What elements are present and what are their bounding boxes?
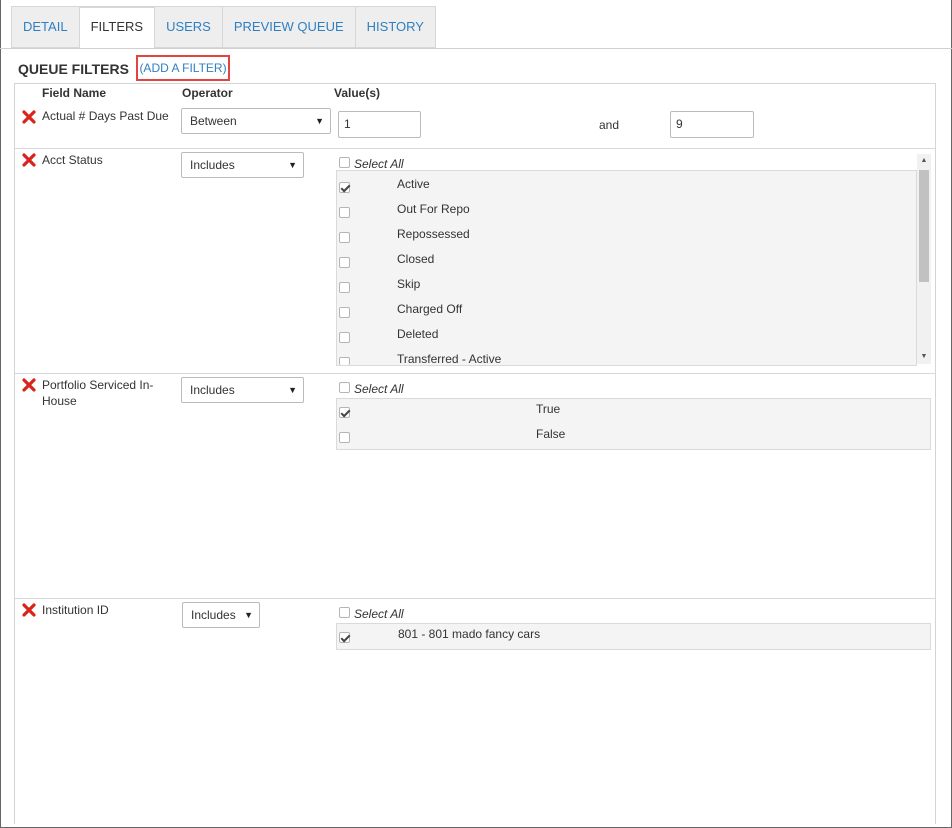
option-checkbox-out-for-repo[interactable] xyxy=(339,207,350,218)
add-filter-link[interactable]: (ADD A FILTER) xyxy=(136,55,230,81)
tab-history[interactable]: HISTORY xyxy=(354,6,436,48)
field-name-acct-status: Acct Status xyxy=(42,153,103,167)
option-label: True xyxy=(536,402,561,416)
operator-value: Between xyxy=(190,114,237,128)
option-label: Deleted xyxy=(397,327,439,341)
tab-filters[interactable]: FILTERS xyxy=(78,6,155,49)
option-checkbox-closed[interactable] xyxy=(339,257,350,268)
dropdown-arrow-icon: ▼ xyxy=(315,116,324,126)
dropdown-arrow-icon: ▼ xyxy=(288,160,297,170)
column-header-operator: Operator xyxy=(182,86,233,100)
scrollbar-thumb[interactable] xyxy=(919,170,929,282)
scroll-up-icon[interactable]: ▲ xyxy=(917,154,931,168)
row-divider xyxy=(15,148,935,149)
row-divider xyxy=(15,598,935,599)
option-label: Active xyxy=(397,177,430,191)
field-name-institution-id: Institution ID xyxy=(42,603,109,617)
operator-select-institution-id[interactable]: Includes ▼ xyxy=(182,602,260,628)
operator-select-days-past-due[interactable]: Between ▼ xyxy=(181,108,331,134)
select-all-checkbox-acct-status[interactable] xyxy=(339,157,350,168)
tab-detail[interactable]: DETAIL xyxy=(11,6,79,48)
value-from-input[interactable]: 1 xyxy=(338,111,421,138)
dropdown-arrow-icon: ▼ xyxy=(244,610,253,620)
tab-divider xyxy=(0,48,952,49)
tab-users[interactable]: USERS xyxy=(154,6,222,48)
operator-value: Includes xyxy=(191,608,236,622)
acct-status-scrollbar[interactable]: ▲ ▼ xyxy=(917,154,931,364)
remove-filter-portfolio-inhouse-icon[interactable] xyxy=(22,378,36,392)
option-label: Transferred - Active xyxy=(397,352,502,366)
select-all-label: Select All xyxy=(354,607,404,621)
option-label: Out For Repo xyxy=(397,202,470,216)
queue-filters-title: QUEUE FILTERS xyxy=(18,61,129,77)
option-checkbox-deleted[interactable] xyxy=(339,332,350,343)
operator-select-acct-status[interactable]: Includes ▼ xyxy=(181,152,304,178)
select-all-label: Select All xyxy=(354,157,404,171)
option-checkbox-charged-off[interactable] xyxy=(339,307,350,318)
option-checkbox-transferred-active[interactable] xyxy=(339,357,350,365)
option-label: Charged Off xyxy=(397,302,463,316)
select-all-checkbox-portfolio-inhouse[interactable] xyxy=(339,382,350,393)
tab-bar: DETAIL FILTERS USERS PREVIEW QUEUE HISTO… xyxy=(11,6,436,49)
portfolio-inhouse-options-list xyxy=(336,398,931,450)
option-label: 801 - 801 mado fancy cars xyxy=(398,627,541,641)
option-label: False xyxy=(536,427,566,441)
option-checkbox-repossessed[interactable] xyxy=(339,232,350,243)
remove-filter-days-past-due-icon[interactable] xyxy=(22,110,36,124)
field-name-portfolio-inhouse: Portfolio Serviced In-House xyxy=(42,378,154,408)
field-name-days-past-due: Actual # Days Past Due xyxy=(42,109,169,123)
operator-select-portfolio-inhouse[interactable]: Includes ▼ xyxy=(181,377,304,403)
dropdown-arrow-icon: ▼ xyxy=(288,385,297,395)
remove-filter-acct-status-icon[interactable] xyxy=(22,153,36,167)
column-header-values: Value(s) xyxy=(334,86,381,100)
option-checkbox-true[interactable] xyxy=(339,407,350,418)
option-label: Repossessed xyxy=(397,227,470,241)
tab-preview-queue[interactable]: PREVIEW QUEUE xyxy=(221,6,355,48)
column-header-field-name: Field Name xyxy=(42,86,107,100)
value-to-input[interactable]: 9 xyxy=(670,111,754,138)
operator-value: Includes xyxy=(190,158,235,172)
remove-filter-institution-id-icon[interactable] xyxy=(22,603,36,617)
option-checkbox-skip[interactable] xyxy=(339,282,350,293)
option-checkbox-801[interactable] xyxy=(339,632,350,643)
and-label: and xyxy=(599,118,620,132)
operator-value: Includes xyxy=(190,383,235,397)
scroll-down-icon[interactable]: ▼ xyxy=(917,350,931,364)
select-all-label: Select All xyxy=(354,382,404,396)
option-checkbox-active[interactable] xyxy=(339,182,350,193)
option-checkbox-false[interactable] xyxy=(339,432,350,443)
select-all-checkbox-institution-id[interactable] xyxy=(339,607,350,618)
option-label: Skip xyxy=(397,277,421,291)
row-divider xyxy=(15,373,935,374)
option-label: Closed xyxy=(397,252,435,266)
